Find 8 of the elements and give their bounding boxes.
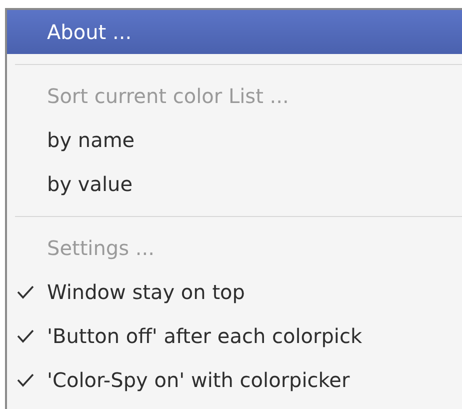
menu-item[interactable]: by name xyxy=(7,118,462,162)
checkable-menu-item[interactable]: Window stay on top xyxy=(7,270,462,314)
checkable-menu-item[interactable]: 'Button off' after each colorpick xyxy=(7,314,462,358)
section-heading: Settings ... xyxy=(46,235,156,262)
checkable-menu-item[interactable]: 'Color-Spy on' with colorpicker xyxy=(7,358,462,402)
menu-item[interactable]: by value xyxy=(7,162,462,206)
section-heading: Sort current color List ... xyxy=(46,83,290,110)
menu-item[interactable]: About ... xyxy=(7,10,462,54)
